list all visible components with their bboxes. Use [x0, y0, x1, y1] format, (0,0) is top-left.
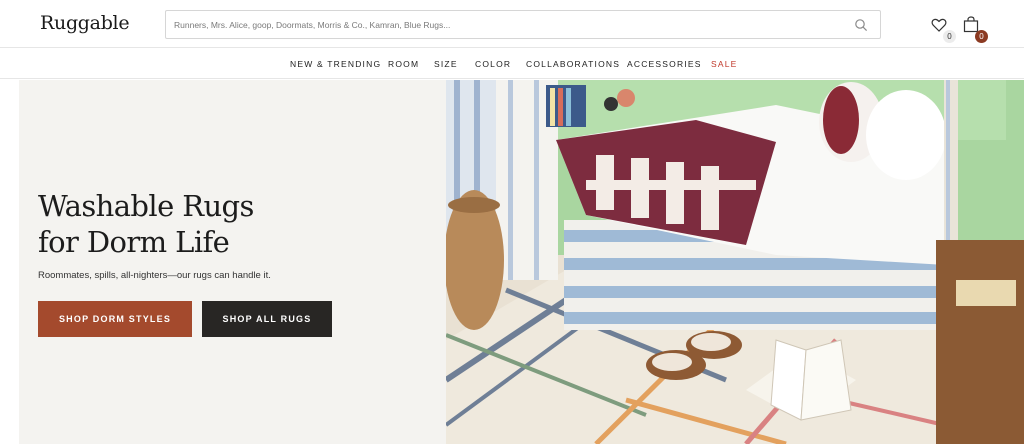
search-bar — [165, 10, 881, 39]
nav-item-room[interactable]: ROOM — [388, 59, 419, 69]
nav-item-new-trending[interactable]: NEW & TRENDING — [290, 59, 381, 69]
shop-dorm-styles-button[interactable]: SHOP DORM STYLES — [38, 301, 192, 337]
hero-text-panel: Washable Rugs for Dorm Life Roommates, s… — [19, 80, 446, 444]
dorm-bedroom-illustration — [446, 80, 1024, 444]
nav-item-accessories[interactable]: ACCESSORIES — [627, 59, 702, 69]
hero-title-line-2: for Dorm Life — [38, 225, 230, 259]
cart-count-badge: 0 — [975, 30, 988, 43]
hero-title-line-1: Washable Rugs — [38, 189, 254, 223]
shop-all-rugs-button[interactable]: SHOP ALL RUGS — [202, 301, 332, 337]
main-navigation: NEW & TRENDING ROOM SIZE COLOR COLLABORA… — [0, 49, 1024, 79]
search-input[interactable] — [166, 11, 846, 38]
hero-image-dorm-bedroom[interactable] — [446, 80, 1024, 444]
nav-item-collaborations[interactable]: COLLABORATIONS — [526, 59, 620, 69]
wishlist-count-badge: 0 — [943, 30, 956, 43]
hero-subtitle: Roommates, spills, all-nighters—our rugs… — [38, 270, 271, 281]
ruggable-logo[interactable]: Ruggable — [40, 12, 130, 34]
nav-item-color[interactable]: COLOR — [475, 59, 511, 69]
cart-button[interactable]: 0 — [962, 15, 988, 43]
search-icon[interactable] — [854, 18, 868, 32]
nav-item-size[interactable]: SIZE — [434, 59, 458, 69]
site-header: Ruggable 0 0 — [0, 0, 1024, 48]
wishlist-button[interactable]: 0 — [930, 15, 956, 43]
nav-item-sale[interactable]: SALE — [711, 59, 738, 69]
hero-title: Washable Rugs for Dorm Life — [38, 188, 254, 260]
